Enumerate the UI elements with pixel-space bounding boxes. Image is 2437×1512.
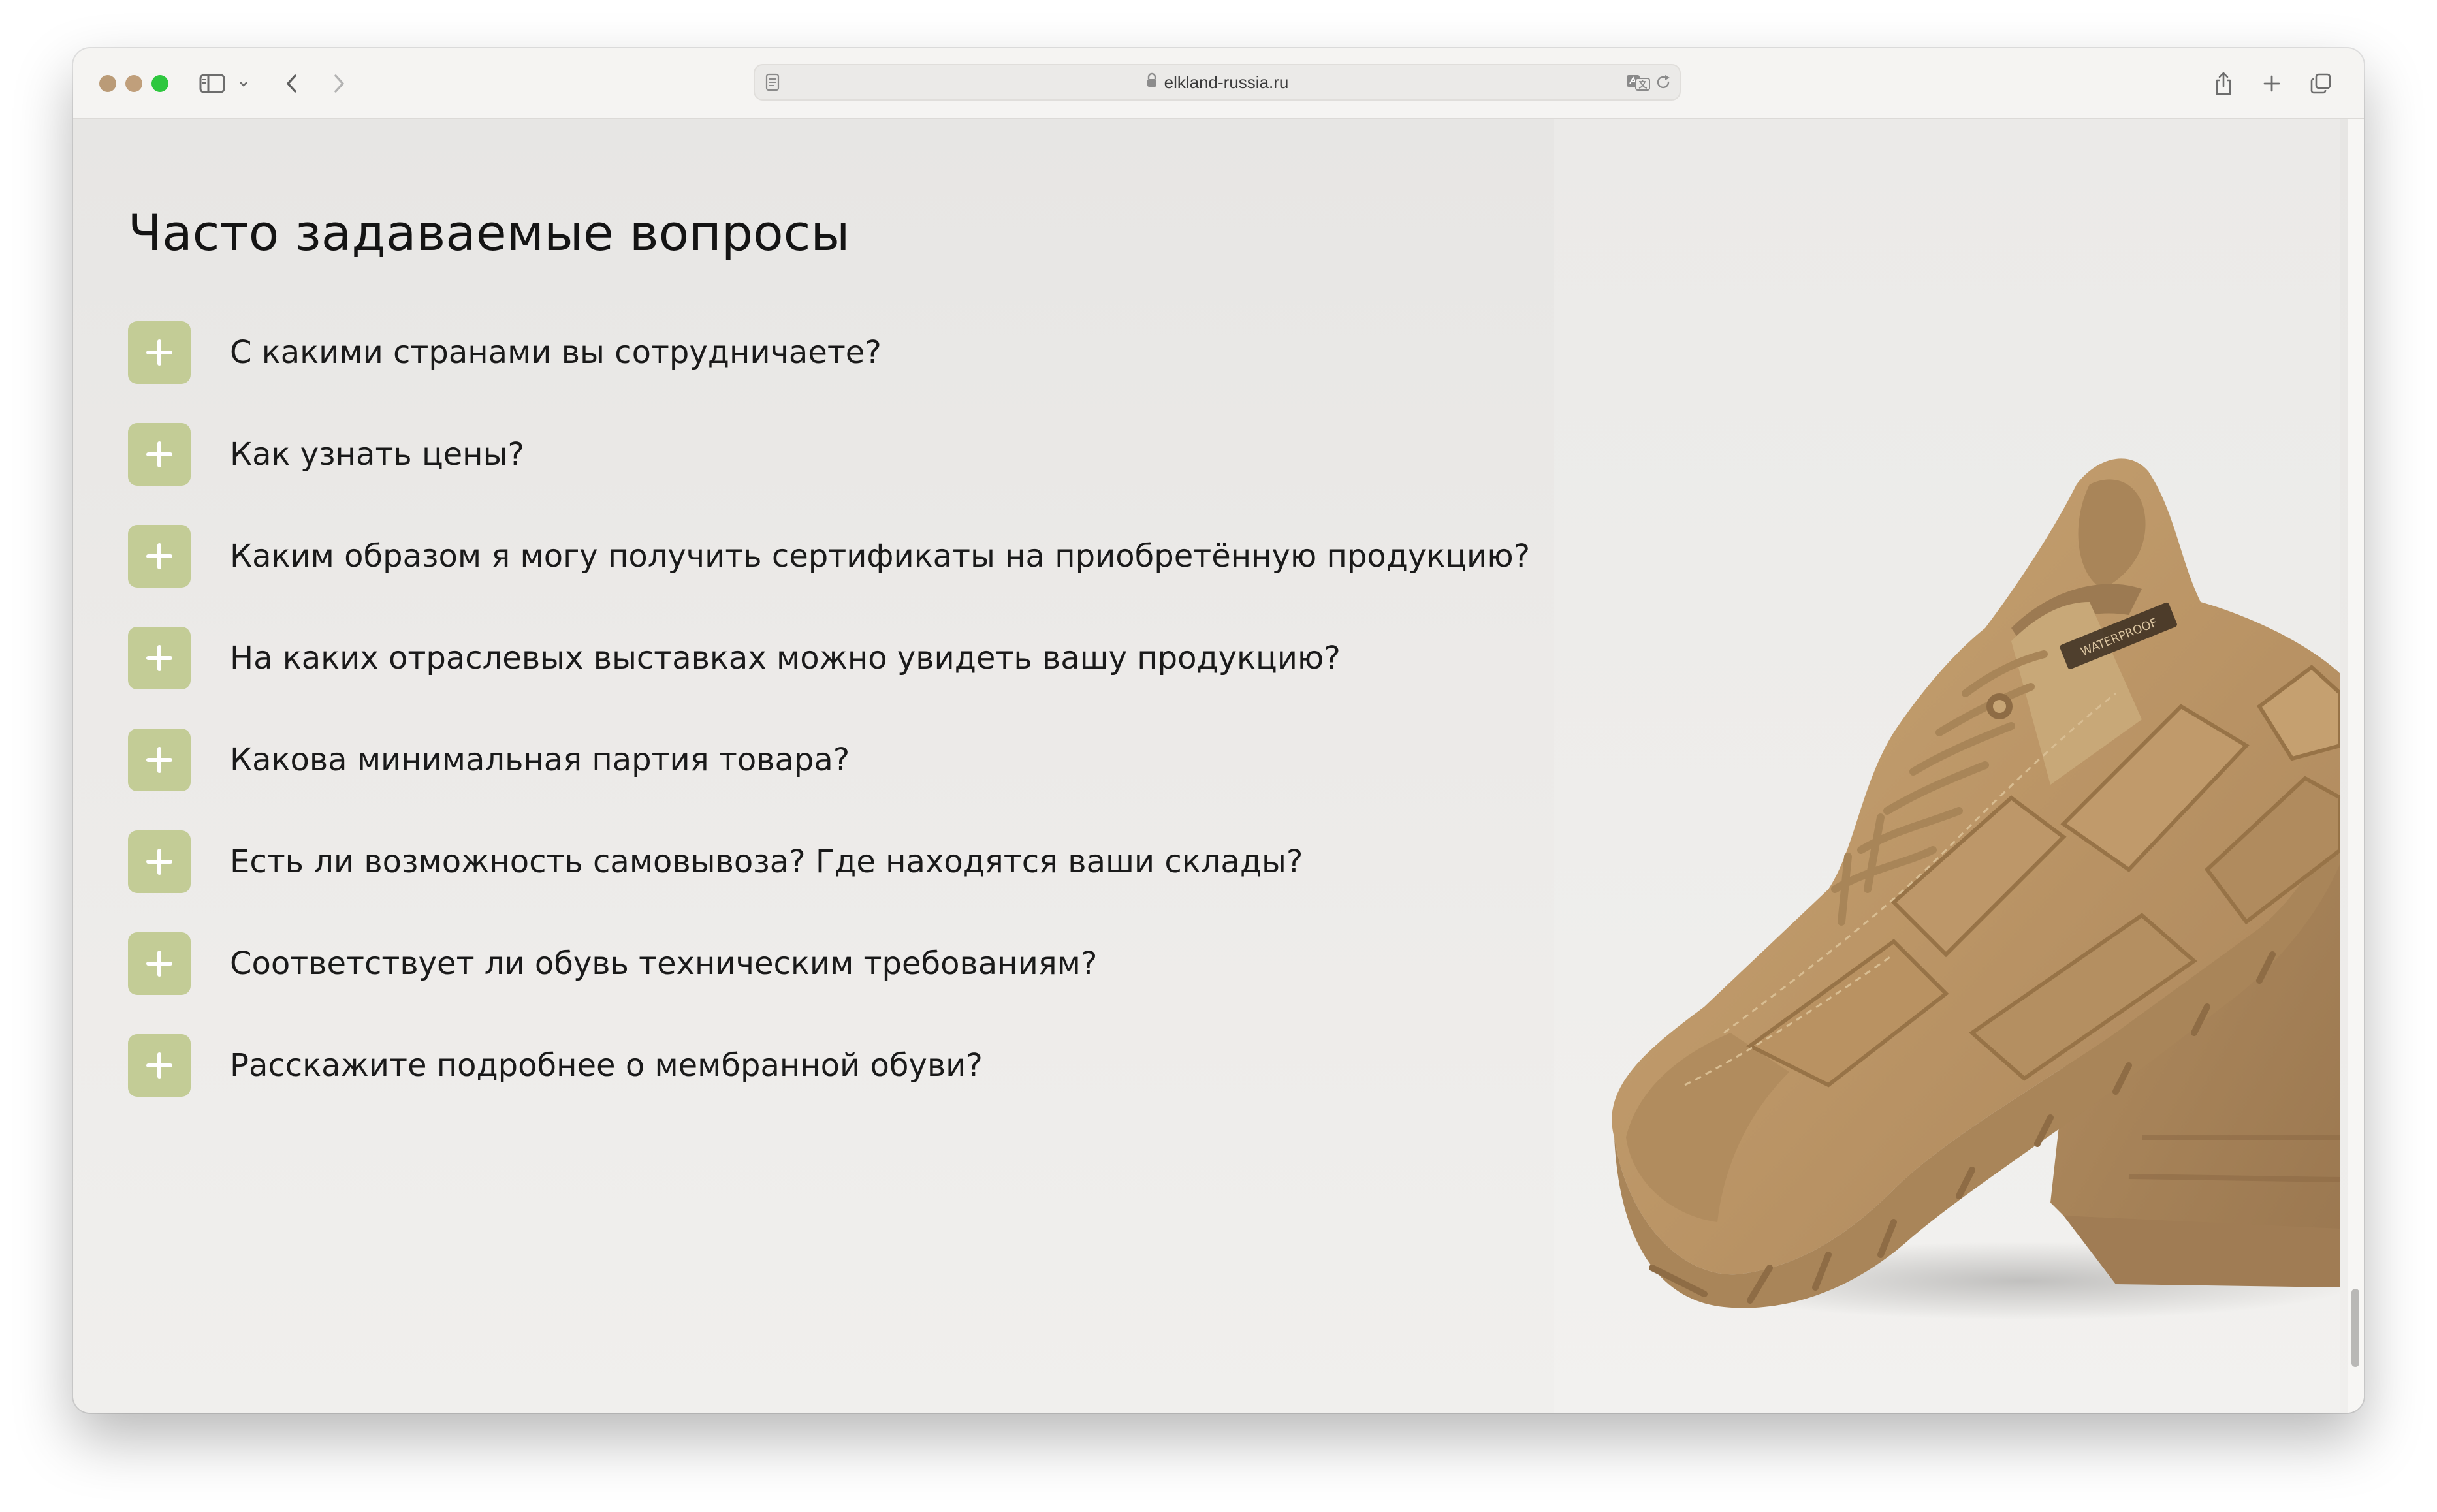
expand-button[interactable] <box>128 1034 191 1097</box>
expand-button[interactable] <box>128 932 191 995</box>
page-content: WATERPROOF Часто задаваемые вопросы С ка… <box>73 119 2364 1413</box>
plus-icon <box>146 645 172 671</box>
faq-question[interactable]: Соответствует ли обувь техническим требо… <box>230 932 1097 995</box>
url-display[interactable]: elkland-russia.ru <box>755 65 1680 99</box>
reload-icon[interactable] <box>1655 74 1672 93</box>
scrollbar-thumb[interactable] <box>2351 1289 2359 1367</box>
expand-button[interactable] <box>128 830 191 893</box>
expand-button[interactable] <box>128 321 191 384</box>
faq-item[interactable]: Какова минимальная партия товара? <box>128 729 1532 830</box>
faq-question[interactable]: Как узнать цены? <box>230 423 524 486</box>
plus-icon[interactable] <box>2261 65 2283 102</box>
plus-icon <box>146 951 172 977</box>
close-window-button[interactable] <box>99 75 116 92</box>
sidebar-icon[interactable] <box>197 65 227 102</box>
shoe-image: WATERPROOF <box>1554 119 2340 1413</box>
plus-icon <box>146 543 172 569</box>
forward-icon[interactable] <box>328 65 350 102</box>
back-icon[interactable] <box>281 65 303 102</box>
lock-icon <box>1146 72 1158 93</box>
faq-question[interactable]: На каких отраслевых выставках можно увид… <box>230 627 1341 689</box>
plus-icon <box>146 339 172 366</box>
page-title: Часто задаваемые вопросы <box>128 204 850 262</box>
scrollbar[interactable] <box>2348 119 2364 1413</box>
share-icon[interactable] <box>2212 65 2235 102</box>
faq-list: С какими странами вы сотрудничаете? Как … <box>128 321 1532 1136</box>
tabs-overview-icon[interactable] <box>2308 65 2334 102</box>
address-bar[interactable]: elkland-russia.ru <box>754 64 1681 101</box>
browser-window: elkland-russia.ru WATERPROOF Часто задав… <box>73 48 2364 1413</box>
plus-icon <box>146 747 172 773</box>
faq-item[interactable]: На каких отраслевых выставках можно увид… <box>128 627 1532 729</box>
faq-question[interactable]: Каким образом я могу получить сертификат… <box>230 525 1530 588</box>
browser-toolbar: elkland-russia.ru <box>73 48 2364 119</box>
plus-icon <box>146 849 172 875</box>
expand-button[interactable] <box>128 525 191 588</box>
faq-item[interactable]: Каким образом я могу получить сертификат… <box>128 525 1532 627</box>
chevron-down-icon[interactable] <box>236 65 251 102</box>
faq-question[interactable]: С какими странами вы сотрудничаете? <box>230 321 882 384</box>
faq-item[interactable]: Как узнать цены? <box>128 423 1532 525</box>
faq-item[interactable]: Расскажите подробнее о мембранной обуви? <box>128 1034 1532 1136</box>
faq-item[interactable]: Соответствует ли обувь техническим требо… <box>128 932 1532 1034</box>
plus-icon <box>146 1052 172 1079</box>
expand-button[interactable] <box>128 729 191 791</box>
faq-question[interactable]: Есть ли возможность самовывоза? Где нахо… <box>230 830 1303 893</box>
translate-icon[interactable] <box>1626 73 1651 94</box>
zoom-window-button[interactable] <box>151 75 168 92</box>
faq-item[interactable]: Есть ли возможность самовывоза? Где нахо… <box>128 830 1532 932</box>
expand-button[interactable] <box>128 627 191 689</box>
url-text: elkland-russia.ru <box>1164 72 1289 92</box>
faq-item[interactable]: С какими странами вы сотрудничаете? <box>128 321 1532 423</box>
faq-question[interactable]: Какова минимальная партия товара? <box>230 729 850 791</box>
expand-button[interactable] <box>128 423 191 486</box>
faq-question[interactable]: Расскажите подробнее о мембранной обуви? <box>230 1034 983 1097</box>
plus-icon <box>146 441 172 467</box>
minimize-window-button[interactable] <box>125 75 142 92</box>
